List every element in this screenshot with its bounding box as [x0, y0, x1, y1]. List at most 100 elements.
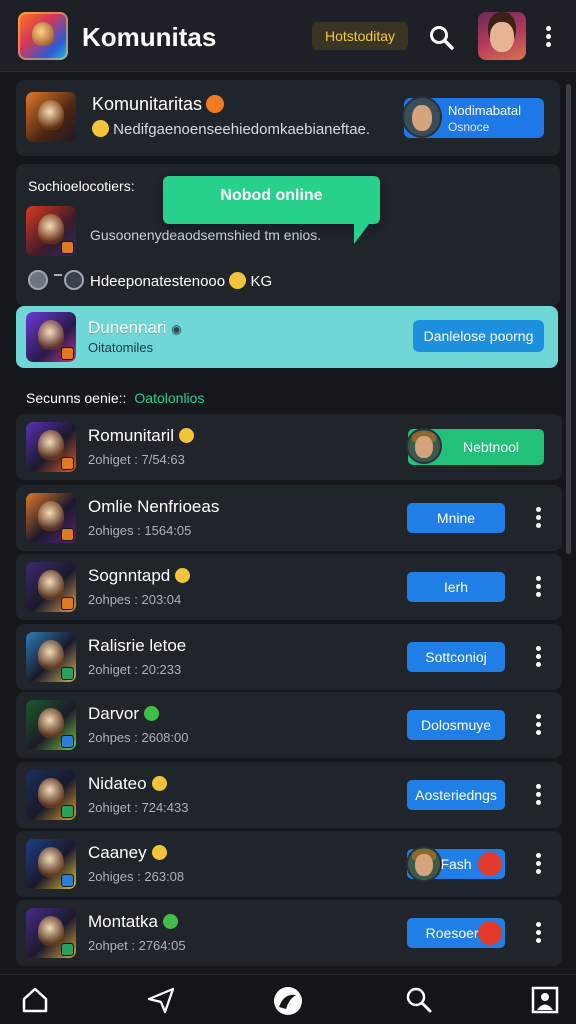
- send-icon[interactable]: [146, 985, 176, 1015]
- badge-icon: [61, 943, 74, 956]
- member-avatar[interactable]: [406, 428, 442, 464]
- more-options-icon[interactable]: [532, 644, 544, 670]
- emoji-icon: [162, 914, 178, 929]
- profile-avatar[interactable]: [402, 96, 442, 138]
- member-avatar[interactable]: [406, 846, 442, 882]
- community-name: Caaney: [88, 843, 167, 863]
- featured-description: Nedifgaenoenseehiedomkaebianeftae.: [92, 120, 370, 138]
- community-icon: [26, 562, 76, 612]
- notification-icon: [478, 852, 502, 876]
- emoji-icon: [229, 272, 247, 289]
- user-avatar[interactable]: [478, 12, 526, 60]
- join-button[interactable]: Dolosmuye: [407, 710, 505, 740]
- join-button[interactable]: Mnine: [407, 503, 505, 533]
- community-icon: [26, 839, 76, 889]
- community-icon: [26, 312, 76, 362]
- shield-icon: ◉: [171, 322, 182, 336]
- community-name: Romunitaril: [88, 426, 194, 446]
- app-logo[interactable]: [18, 12, 68, 60]
- highlight-title: Dunennari ◉: [88, 318, 182, 337]
- community-row[interactable]: Sognntapd 2ohpes : 203:04 Ierh: [16, 554, 562, 620]
- badge-icon: [61, 874, 74, 887]
- community-meta: 2ohpes : 203:04: [88, 592, 182, 607]
- scrollbar[interactable]: [566, 84, 571, 554]
- highlight-subtitle: Oitatomiles: [88, 340, 154, 355]
- smile-icon: [92, 120, 109, 137]
- community-icon: [26, 206, 76, 256]
- community-meta: 2ohpet : 2764:05: [88, 938, 186, 953]
- community-icon: [26, 422, 76, 472]
- online-section-label: Secunns oenie:: Oatolonlios: [26, 390, 205, 406]
- more-options-icon[interactable]: [532, 782, 544, 808]
- community-icon: [26, 632, 76, 682]
- community-name: Ralisrie letoe: [88, 636, 187, 655]
- emoji-icon: [151, 776, 167, 791]
- notification-icon: [478, 921, 502, 945]
- badge-icon: [61, 667, 74, 680]
- search-person-icon[interactable]: [404, 985, 434, 1015]
- online-tooltip: Nobod online: [163, 176, 380, 244]
- app-root: Komunitas Hotstoditay Komunitaritas Nedi…: [0, 0, 576, 1024]
- highlight-action-button[interactable]: Danlelose poorng: [413, 320, 544, 352]
- badge-icon: [61, 805, 74, 818]
- community-row[interactable]: Omlie Nenfrioeas 2ohiges : 1564:05 Mnine: [16, 485, 562, 551]
- status-chip[interactable]: Hotstoditay: [312, 22, 408, 50]
- community-icon: [26, 493, 76, 543]
- community-row[interactable]: Romunitaril 2ohiget : 7/54:63 Nebtnool: [16, 414, 562, 480]
- join-button[interactable]: Ierh: [407, 572, 505, 602]
- community-name: Montatka: [88, 912, 178, 932]
- search-icon[interactable]: [428, 24, 456, 52]
- community-name: Nidateo: [88, 774, 167, 794]
- highlighted-community-row[interactable]: Dunennari ◉ Oitatomiles Danlelose poorng: [16, 306, 558, 368]
- community-row[interactable]: Nidateo 2ohiget : 724:433 Aosteriedngs: [16, 762, 562, 828]
- emoji-icon: [175, 568, 191, 583]
- community-meta: 2ohiget : 7/54:63: [88, 452, 185, 467]
- section-label: Sochioelocotiers:: [28, 178, 135, 194]
- community-name: Darvor: [88, 704, 160, 724]
- online-link[interactable]: Oatolonlios: [134, 390, 204, 406]
- community-row[interactable]: Darvor 2ohpes : 2608:00 Dolosmuye: [16, 692, 562, 758]
- community-icon: [26, 92, 76, 142]
- community-meta: 2ohiget : 20:233: [88, 662, 182, 677]
- community-row[interactable]: Montatka 2ohpet : 2764:05 Roesoere: [16, 900, 562, 966]
- join-button[interactable]: Aosteriedngs: [407, 780, 505, 810]
- community-icon: [26, 700, 76, 750]
- close-icon[interactable]: [64, 270, 84, 290]
- compass-icon[interactable]: [272, 985, 304, 1017]
- community-meta: 2ohiges : 263:08: [88, 869, 185, 884]
- page-title: Komunitas: [82, 22, 217, 52]
- emoji-icon: [144, 706, 160, 721]
- home-icon[interactable]: [20, 985, 50, 1015]
- more-options-icon[interactable]: [532, 851, 544, 877]
- more-options-icon[interactable]: [542, 24, 554, 50]
- emoji-icon: [178, 428, 194, 443]
- badge-icon: [61, 241, 74, 254]
- bottom-navigation: [0, 974, 576, 1024]
- dash-icon: [54, 274, 62, 276]
- badge-icon: [61, 735, 74, 748]
- badge-icon: [61, 347, 74, 360]
- more-options-icon[interactable]: [532, 712, 544, 738]
- status-text: Hdeeponatestenooo KG: [90, 272, 273, 290]
- more-options-icon[interactable]: [532, 574, 544, 600]
- top-bar: Komunitas Hotstoditay: [0, 0, 576, 72]
- emoji-icon: [151, 845, 167, 860]
- community-meta: 2ohiget : 724:433: [88, 800, 189, 815]
- featured-community-card[interactable]: Komunitaritas Nedifgaenoenseehiedomkaebi…: [16, 80, 560, 156]
- community-meta: 2ohpes : 2608:00: [88, 730, 189, 745]
- join-button[interactable]: Sottconioj: [407, 642, 505, 672]
- community-name: Sognntapd: [88, 566, 191, 586]
- community-icon: [26, 770, 76, 820]
- badge-icon: [61, 597, 74, 610]
- clock-icon: [28, 270, 48, 290]
- community-row[interactable]: Caaney 2ohiges : 263:08 Fash: [16, 831, 562, 897]
- profile-icon[interactable]: [530, 985, 560, 1015]
- community-meta: 2ohiges : 1564:05: [88, 523, 192, 538]
- section-description: Gusoonenydeaodsemshied tm enios.: [90, 227, 322, 243]
- community-icon: [26, 908, 76, 958]
- featured-title: Komunitaritas: [92, 94, 225, 115]
- community-row[interactable]: Ralisrie letoe 2ohiget : 20:233 Sottconioj: [16, 624, 562, 690]
- more-options-icon[interactable]: [532, 920, 544, 946]
- community-name: Omlie Nenfrioeas: [88, 497, 220, 516]
- more-options-icon[interactable]: [532, 505, 544, 531]
